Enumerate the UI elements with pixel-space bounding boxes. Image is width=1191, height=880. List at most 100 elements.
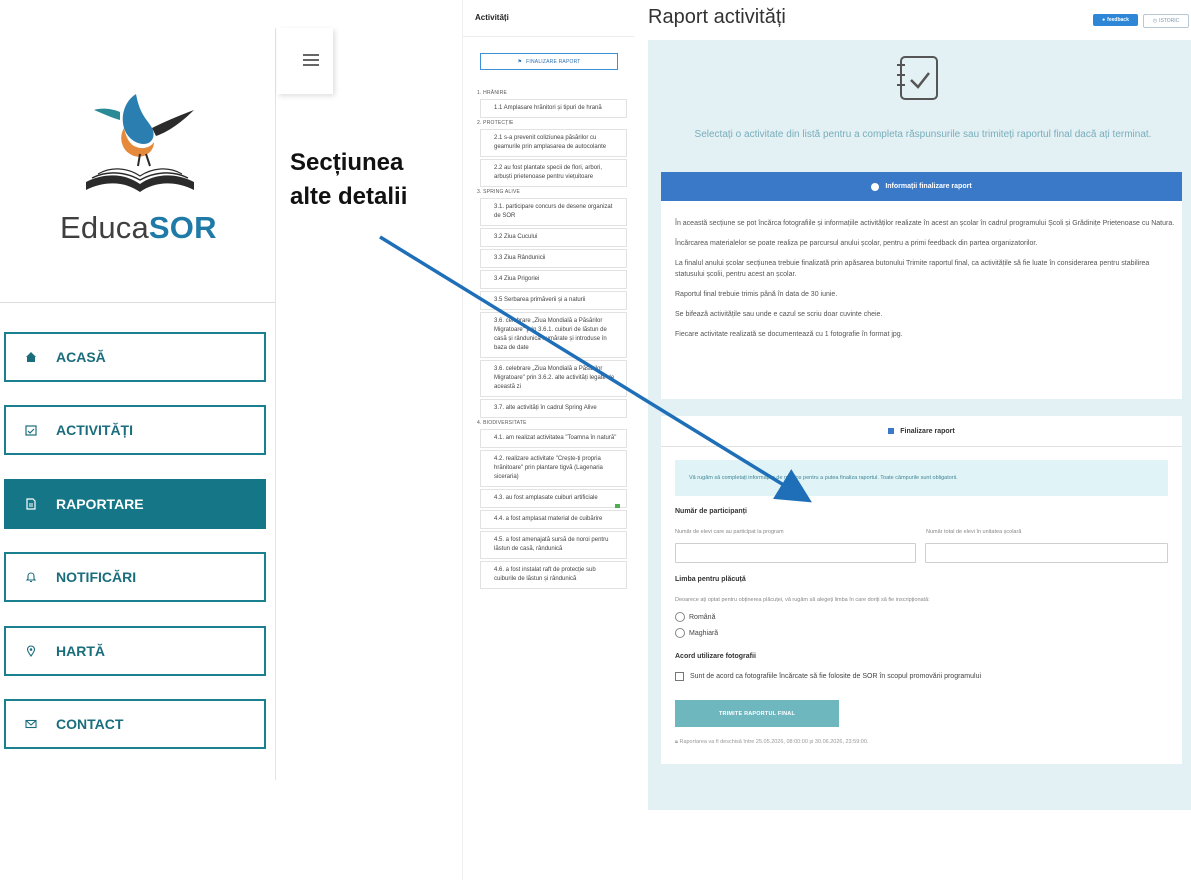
envelope-icon bbox=[24, 717, 38, 731]
nav-item-acasa[interactable]: ACASĂ bbox=[4, 332, 266, 382]
nav-divider bbox=[0, 302, 276, 303]
info-paragraph: La finalul anului școlar secțiunea trebu… bbox=[675, 260, 1150, 278]
hamburger-icon bbox=[303, 54, 319, 56]
activity-item[interactable]: 3.1. participare concurs de desene organ… bbox=[480, 198, 627, 226]
activity-item-label: 4.4. a fost amplasat material de cuibări… bbox=[494, 516, 603, 522]
language-hint: Deoarece ați optat pentru obținerea plăc… bbox=[675, 597, 930, 603]
activity-item-label: 2.1 s-a prevenit coliziunea păsărilor cu… bbox=[494, 135, 607, 150]
submit-final-report-button[interactable]: TRIMITE RAPORTUL FINAL bbox=[675, 700, 839, 727]
activity-category: 1. HRĂNIRE bbox=[477, 90, 508, 96]
finalize-heading: Finalizare raport bbox=[900, 427, 955, 435]
nav-item-notificari[interactable]: NOTIFICĂRI bbox=[4, 552, 266, 602]
photos-consent-label: Acord utilizare fotografii bbox=[675, 653, 756, 660]
nav-label: ACTIVITĂȚI bbox=[56, 422, 133, 438]
nav-label: NOTIFICĂRI bbox=[56, 569, 137, 585]
nav-item-contact[interactable]: CONTACT bbox=[4, 699, 266, 749]
activity-item-label: 4.3. au fost amplasate cuiburi artificia… bbox=[494, 495, 598, 501]
activity-item[interactable]: 4.3. au fost amplasate cuiburi artificia… bbox=[480, 489, 627, 508]
radio-label: Maghiară bbox=[689, 629, 719, 637]
nav-item-harta[interactable]: HARTĂ bbox=[4, 626, 266, 676]
info-paragraph: Raportul final trebuie trimis până în da… bbox=[675, 291, 838, 298]
finalize-card: Finalizare raport Vă rugăm să completați… bbox=[661, 416, 1182, 764]
activity-category: 4. BIODIVERSITATE bbox=[477, 420, 527, 426]
nav-label: HARTĂ bbox=[56, 643, 105, 659]
activity-item[interactable]: 4.1. am realizat activitatea "Toamna în … bbox=[480, 429, 627, 448]
select-activity-prompt: Selectați o activitate din listă pentru … bbox=[694, 129, 1152, 140]
activity-item-label: 3.6. celebrare „Ziua Mondială a Păsărilo… bbox=[494, 366, 615, 390]
total-students-hint: Număr total de elevi în unitatea școlară bbox=[926, 529, 1022, 535]
activity-item[interactable]: 2.2 au fost plantate specii de flori, ar… bbox=[480, 159, 627, 187]
calendar-icon bbox=[24, 423, 38, 437]
nav-label: CONTACT bbox=[56, 716, 124, 732]
photos-consent-checkbox[interactable] bbox=[675, 672, 684, 681]
activity-item-label: 4.6. a fost instalat raft de protecție s… bbox=[494, 567, 596, 582]
activity-item[interactable]: 3.2 Ziua Cucului bbox=[480, 228, 627, 247]
feedback-icon: ● bbox=[1102, 17, 1106, 23]
activity-item-label: 3.3 Ziua Rândunicii bbox=[494, 255, 546, 261]
activity-item-label: 1.1 Amplasare hrănitori și tipuri de hra… bbox=[494, 105, 602, 111]
radio-label: Română bbox=[689, 613, 716, 621]
activities-divider bbox=[463, 36, 634, 37]
activity-item[interactable]: 3.3 Ziua Rândunicii bbox=[480, 249, 627, 268]
language-option-maghiara[interactable]: Maghiară bbox=[675, 628, 718, 638]
finalize-card-header: Finalizare raport bbox=[661, 416, 1182, 447]
info-icon bbox=[871, 182, 880, 191]
nav-label: RAPORTARE bbox=[56, 496, 144, 512]
activity-category: 2. PROTECȚIE bbox=[477, 120, 514, 126]
nav-item-activitati[interactable]: ACTIVITĂȚI bbox=[4, 405, 266, 455]
radio-button[interactable] bbox=[675, 612, 685, 622]
finalize-report-label: FINALIZARE RAPORT bbox=[526, 58, 581, 65]
activity-item[interactable]: 4.6. a fost instalat raft de protecție s… bbox=[480, 561, 627, 589]
activity-item-label: 3.5 Serbarea primăverii și a naturii bbox=[494, 297, 586, 303]
activity-item[interactable]: 3.4 Ziua Prigoriei bbox=[480, 270, 627, 289]
activities-panel: Activități ⚑ FINALIZARE RAPORT 1. HRĂNIR… bbox=[462, 0, 634, 880]
activity-list: 1. HRĂNIRE 1.1 Amplasare hrănitori și tip… bbox=[477, 88, 627, 591]
photos-consent-text: Sunt de acord ca fotografiile încărcate … bbox=[690, 673, 982, 680]
activity-item-label: 3.6. celebrare „Ziua Mondială a Păsărilo… bbox=[494, 318, 607, 351]
participants-label: Număr de participanți bbox=[675, 508, 747, 515]
activity-item-label: 2.2 au fost plantate specii de flori, ar… bbox=[494, 165, 603, 180]
info-paragraph: Fiecare activitate realizată se document… bbox=[675, 331, 903, 338]
feedback-button[interactable]: ● feedback bbox=[1093, 14, 1138, 26]
brand-name: EducaSOR bbox=[60, 210, 217, 245]
activity-item[interactable]: 4.5. a fost amenajată sursă de noroi pen… bbox=[480, 531, 627, 559]
activity-item-label: 3.7. alte activități în cadrul Spring Al… bbox=[494, 405, 597, 411]
required-fields-alert: Vă rugăm să completați informațiile de m… bbox=[675, 460, 1168, 496]
photos-consent-checkbox-row[interactable]: Sunt de acord ca fotografiile încărcate … bbox=[675, 672, 981, 681]
activity-item-label: 3.4 Ziua Prigoriei bbox=[494, 276, 540, 282]
finalize-report-button[interactable]: ⚑ FINALIZARE RAPORT bbox=[480, 53, 618, 70]
annotation-label: Secțiunea alte detalii bbox=[290, 146, 407, 214]
activity-item[interactable]: 3.5 Serbarea primăverii și a naturii bbox=[480, 291, 627, 310]
page-title: Raport activități bbox=[648, 6, 786, 28]
annotation-line-2: alte detalii bbox=[290, 183, 408, 210]
flag-icon bbox=[888, 428, 895, 434]
total-students-input[interactable] bbox=[925, 543, 1168, 563]
activity-item[interactable]: 2.1 s-a prevenit coliziunea păsărilor cu… bbox=[480, 129, 627, 157]
participants-count-input[interactable] bbox=[675, 543, 916, 563]
activity-item[interactable]: 3.7. alte activități în cadrul Spring Al… bbox=[480, 399, 627, 418]
menu-toggle-button[interactable] bbox=[277, 28, 333, 94]
radio-button[interactable] bbox=[675, 628, 685, 638]
reporting-window-note: 🔒︎ Raportarea va fi deschisă între 25.05… bbox=[675, 739, 868, 746]
flag-icon: ⚑ bbox=[517, 58, 523, 65]
document-icon bbox=[24, 497, 38, 511]
istoric-label: ISTORIC bbox=[1159, 18, 1180, 24]
checklist-icon bbox=[895, 53, 941, 103]
nav-label: ACASĂ bbox=[56, 349, 106, 365]
istoric-button[interactable]: ◷ ISTORIC bbox=[1143, 14, 1189, 28]
activity-category: 3. SPRING ALIVE bbox=[477, 189, 521, 195]
sidebar: EducaSOR ACASĂ ACTIVITĂȚI RAPORTARE NOTI… bbox=[0, 0, 276, 880]
activity-item-label: 3.1. participare concurs de desene organ… bbox=[494, 204, 613, 219]
activity-item[interactable]: 4.4. a fost amplasat material de cuibări… bbox=[480, 510, 627, 529]
nav-item-raportare[interactable]: RAPORTARE bbox=[4, 479, 266, 529]
info-body: În această secțiune se pot încărca fotog… bbox=[675, 218, 1175, 349]
activity-item[interactable]: 1.1 Amplasare hrănitori și tipuri de hra… bbox=[480, 99, 627, 118]
activity-item[interactable]: 3.6. celebrare „Ziua Mondială a Păsărilo… bbox=[480, 312, 627, 358]
activities-title: Activități bbox=[475, 13, 509, 22]
bell-icon bbox=[24, 570, 38, 584]
activity-item[interactable]: 3.6. celebrare „Ziua Mondială a Păsărilo… bbox=[480, 360, 627, 397]
info-card: Informații finalizare raport În această … bbox=[661, 172, 1182, 399]
info-paragraph: Încărcarea materialelor se poate realiza… bbox=[675, 240, 1038, 247]
activity-item[interactable]: 4.2. realizare activitate "Crește-ți pro… bbox=[480, 450, 627, 487]
language-option-romana[interactable]: Română bbox=[675, 612, 715, 622]
